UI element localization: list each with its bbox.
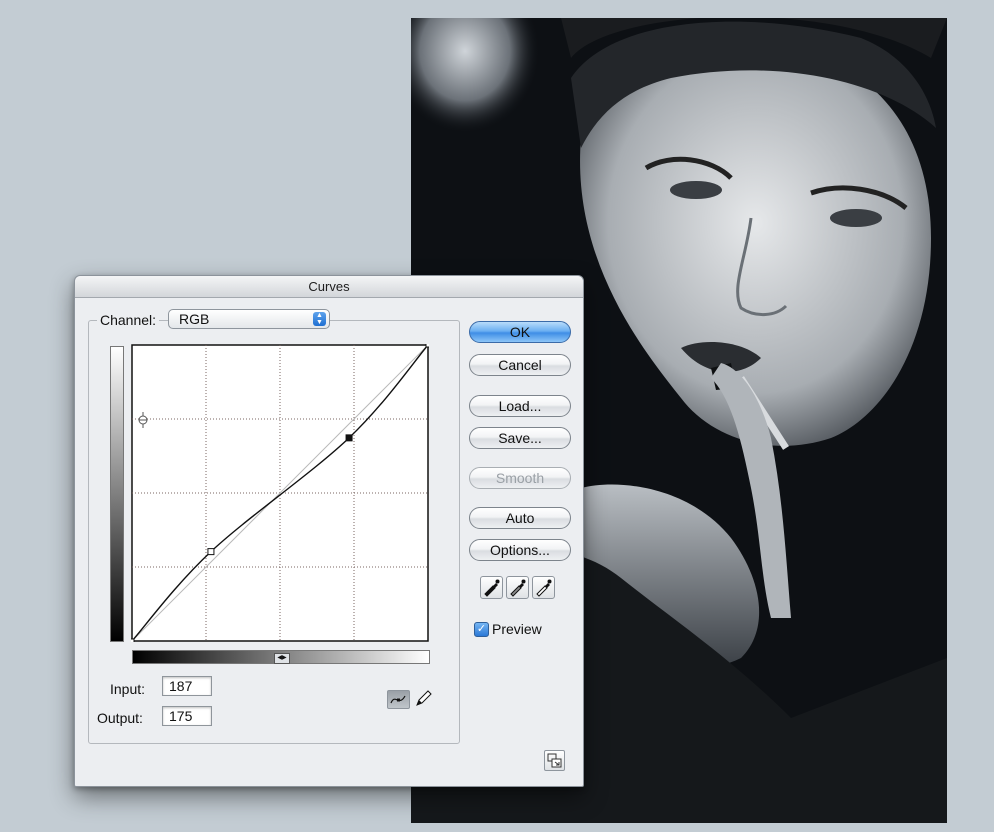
dialog-title: Curves (75, 276, 583, 298)
preview-checkbox[interactable]: ✓ (474, 622, 489, 637)
load-button[interactable]: Load... (469, 395, 571, 417)
preview-label: Preview (492, 621, 542, 637)
curve-graph[interactable] (131, 344, 429, 642)
auto-button[interactable]: Auto (469, 507, 571, 529)
expand-dialog-icon (547, 753, 562, 768)
input-field[interactable]: 187 (162, 676, 212, 696)
curve-point-tool-button[interactable] (387, 690, 410, 709)
input-label: Input: (110, 681, 146, 697)
curves-dialog: Curves Channel: RGB ▲ ▼ ◀▶ Input: 187 Out… (74, 275, 584, 787)
curve-point-selected[interactable] (345, 434, 353, 442)
gray-point-eyedropper-button[interactable] (506, 576, 529, 599)
white-point-eyedropper-button[interactable] (532, 576, 555, 599)
smooth-button[interactable]: Smooth (469, 467, 571, 489)
white-eyedropper-icon (536, 579, 552, 597)
channel-select[interactable]: RGB ▲ ▼ (168, 309, 330, 329)
expand-dialog-button[interactable] (544, 750, 565, 771)
value-marker-icon (138, 412, 148, 428)
output-label: Output: (97, 710, 143, 726)
channel-value: RGB (179, 311, 210, 327)
options-button[interactable]: Options... (469, 539, 571, 561)
curve-point[interactable] (425, 344, 429, 348)
ok-button[interactable]: OK (469, 321, 571, 343)
black-eyedropper-icon (484, 579, 500, 597)
curve-point[interactable] (131, 638, 135, 642)
output-gradient-bar (110, 346, 124, 642)
channel-label: Channel: (97, 312, 160, 328)
gray-eyedropper-icon (510, 579, 526, 597)
save-button[interactable]: Save... (469, 427, 571, 449)
curve-point[interactable] (207, 548, 215, 556)
pencil-icon (416, 690, 432, 706)
cancel-button[interactable]: Cancel (469, 354, 571, 376)
curve-point-icon (390, 695, 406, 704)
output-field[interactable]: 175 (162, 706, 212, 726)
gradient-toggle-icon[interactable]: ◀▶ (274, 653, 290, 664)
black-point-eyedropper-button[interactable] (480, 576, 503, 599)
pencil-tool-button[interactable] (412, 690, 435, 709)
up-down-arrows-icon: ▲ ▼ (313, 312, 326, 326)
